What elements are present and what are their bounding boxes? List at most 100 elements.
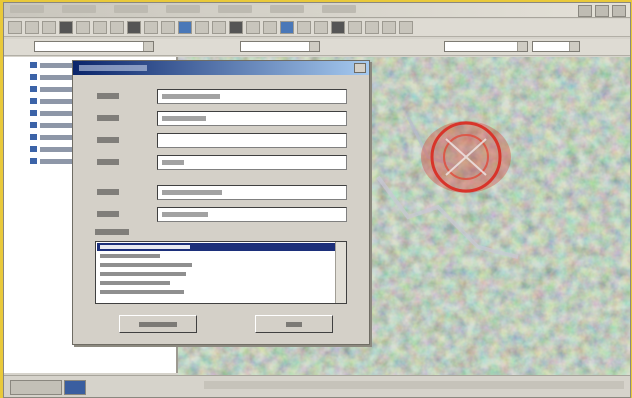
layer-icon bbox=[30, 146, 37, 152]
measure-icon[interactable] bbox=[297, 21, 311, 34]
attribute-dialog bbox=[72, 60, 370, 345]
layer-select[interactable] bbox=[34, 41, 154, 52]
find-icon[interactable] bbox=[314, 21, 328, 34]
delete-icon[interactable] bbox=[127, 21, 141, 34]
layer-label bbox=[40, 74, 74, 80]
cut-icon[interactable] bbox=[76, 21, 90, 34]
open-icon[interactable] bbox=[25, 21, 39, 34]
maximize-button[interactable] bbox=[595, 5, 609, 17]
close-button[interactable] bbox=[612, 5, 626, 17]
text-field[interactable] bbox=[157, 111, 347, 126]
menu-bar bbox=[4, 3, 630, 18]
text-field[interactable] bbox=[157, 133, 347, 148]
cancel-button[interactable] bbox=[255, 315, 333, 333]
layer-label bbox=[40, 62, 74, 68]
layout-icon[interactable] bbox=[365, 21, 379, 34]
zoom-in-icon[interactable] bbox=[195, 21, 209, 34]
layer-label bbox=[40, 122, 74, 128]
list-label bbox=[95, 227, 135, 237]
refresh-icon[interactable] bbox=[382, 21, 396, 34]
menu-item[interactable] bbox=[166, 5, 200, 13]
layer-item[interactable] bbox=[30, 157, 74, 165]
field-label bbox=[97, 91, 125, 101]
menu-item[interactable] bbox=[322, 5, 356, 13]
save-icon[interactable] bbox=[42, 21, 56, 34]
identify-icon[interactable] bbox=[263, 21, 277, 34]
layer-item[interactable] bbox=[30, 121, 74, 129]
menu-item[interactable] bbox=[10, 5, 44, 13]
full-extent-icon[interactable] bbox=[246, 21, 260, 34]
target-select[interactable] bbox=[444, 41, 528, 52]
pan-icon[interactable] bbox=[229, 21, 243, 34]
layer-icon bbox=[30, 110, 37, 116]
layer-icon bbox=[30, 158, 37, 164]
text-field[interactable] bbox=[157, 155, 347, 170]
list-item[interactable] bbox=[97, 261, 337, 269]
layer-item[interactable] bbox=[30, 145, 74, 153]
print-icon[interactable] bbox=[59, 21, 73, 34]
layer-icon bbox=[30, 134, 37, 140]
text-field[interactable] bbox=[157, 89, 347, 104]
dialog-close-button[interactable] bbox=[354, 63, 366, 73]
layer-item[interactable] bbox=[30, 85, 74, 93]
text-field[interactable] bbox=[157, 185, 347, 200]
minimize-button[interactable] bbox=[578, 5, 592, 17]
layer-label bbox=[40, 98, 74, 104]
select-icon[interactable] bbox=[280, 21, 294, 34]
layer-label bbox=[40, 146, 74, 152]
window-controls bbox=[578, 5, 626, 17]
ok-button[interactable] bbox=[119, 315, 197, 333]
copy-icon[interactable] bbox=[93, 21, 107, 34]
main-toolbar bbox=[4, 19, 630, 37]
list-item[interactable] bbox=[97, 288, 337, 296]
layer-icon bbox=[30, 74, 37, 80]
layer-label bbox=[40, 158, 74, 164]
layer-label bbox=[40, 110, 74, 116]
list-scrollbar[interactable] bbox=[335, 242, 346, 303]
style-select[interactable] bbox=[532, 41, 580, 52]
layer-item[interactable] bbox=[30, 133, 74, 141]
redo-icon[interactable] bbox=[161, 21, 175, 34]
menu-item[interactable] bbox=[218, 5, 252, 13]
paste-icon[interactable] bbox=[110, 21, 124, 34]
hyperlink-icon[interactable] bbox=[331, 21, 345, 34]
layer-label bbox=[40, 86, 74, 92]
menu-item[interactable] bbox=[62, 5, 96, 13]
layer-item[interactable] bbox=[30, 73, 74, 81]
list-item[interactable] bbox=[97, 279, 337, 287]
new-icon[interactable] bbox=[8, 21, 22, 34]
layer-icon bbox=[30, 98, 37, 104]
scale-select[interactable] bbox=[240, 41, 320, 52]
field-label bbox=[97, 187, 125, 197]
layer-item[interactable] bbox=[30, 97, 74, 105]
list-item[interactable] bbox=[97, 252, 337, 260]
data-view-tab[interactable] bbox=[10, 380, 62, 395]
layer-item[interactable] bbox=[30, 109, 74, 117]
dialog-title bbox=[79, 65, 147, 71]
field-label bbox=[97, 113, 125, 123]
record-listbox[interactable] bbox=[95, 241, 347, 304]
undo-icon[interactable] bbox=[144, 21, 158, 34]
dialog-title-bar bbox=[73, 61, 369, 75]
layer-icon bbox=[30, 122, 37, 128]
field-label bbox=[97, 135, 125, 145]
layer-label bbox=[40, 134, 74, 140]
layer-icon bbox=[30, 62, 37, 68]
menu-item[interactable] bbox=[114, 5, 148, 13]
editor-icon[interactable] bbox=[348, 21, 362, 34]
add-data-icon[interactable] bbox=[178, 21, 192, 34]
list-item[interactable] bbox=[97, 243, 337, 251]
secondary-toolbar bbox=[4, 39, 630, 56]
zoom-out-icon[interactable] bbox=[212, 21, 226, 34]
horizontal-scrollbar[interactable] bbox=[204, 381, 624, 389]
field-label bbox=[97, 157, 125, 167]
menu-item[interactable] bbox=[270, 5, 304, 13]
text-field[interactable] bbox=[157, 207, 347, 222]
list-item[interactable] bbox=[97, 270, 337, 278]
help-icon[interactable] bbox=[399, 21, 413, 34]
layer-item[interactable] bbox=[30, 61, 74, 69]
layout-view-tab[interactable] bbox=[64, 380, 86, 395]
layer-icon bbox=[30, 86, 37, 92]
menu-items bbox=[10, 5, 356, 13]
field-label bbox=[97, 209, 125, 219]
